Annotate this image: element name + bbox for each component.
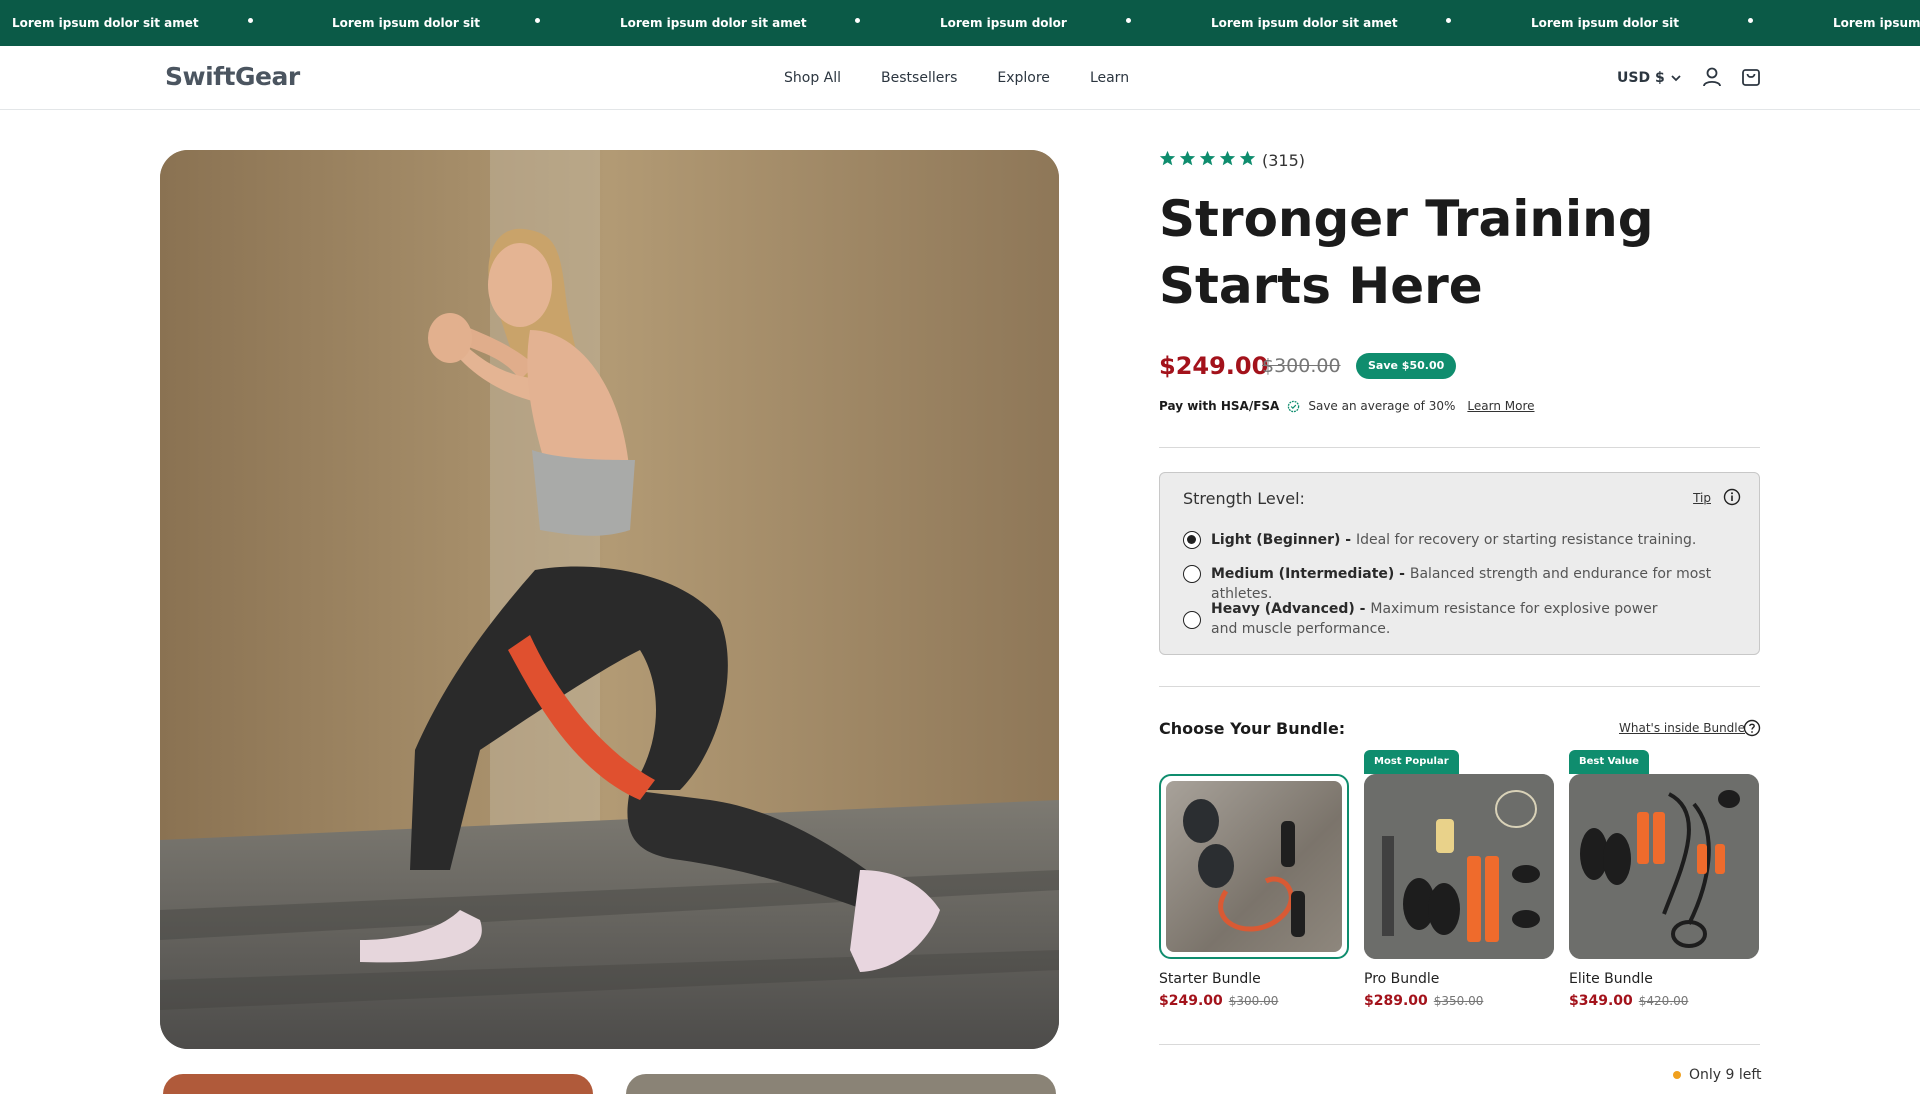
hsa-text: Save an average of 30%: [1308, 399, 1456, 413]
chevron-down-icon: [1671, 75, 1681, 82]
bundle-image: [1569, 774, 1759, 959]
separator-dot: [1126, 18, 1131, 23]
bundle-price: $289.00 $350.00: [1364, 993, 1554, 1009]
divider: [1159, 1044, 1760, 1045]
product-main-image[interactable]: [160, 150, 1059, 1049]
option-text: Heavy (Advanced) - Maximum resistance fo…: [1211, 599, 1663, 639]
nav-explore[interactable]: Explore: [997, 70, 1050, 86]
nav-bestsellers[interactable]: Bestsellers: [881, 70, 957, 86]
review-count[interactable]: (315): [1262, 151, 1305, 170]
stock-dot: [1673, 1071, 1681, 1079]
pro-bundle-illustration: [1364, 774, 1554, 959]
bundle-card-elite[interactable]: Best Value Elite Bundle $349.00 $420.00: [1569, 750, 1759, 1009]
separator-dot: [535, 18, 540, 23]
main-nav: Shop All Bestsellers Explore Learn: [784, 70, 1129, 86]
announcement-message: Lorem ipsum dolor sit: [1531, 16, 1679, 30]
starter-bundle-illustration: [1183, 799, 1305, 937]
bundle-compare-price: $420.00: [1638, 994, 1689, 1008]
star-icon: [1159, 150, 1176, 166]
tip-link[interactable]: Tip: [1693, 491, 1711, 505]
option-separator: -: [1394, 566, 1410, 582]
option-separator: -: [1354, 601, 1371, 617]
stock-text: Only 9 left: [1689, 1067, 1762, 1083]
radio-selected[interactable]: [1183, 531, 1201, 549]
announcement-message: Lorem ipsum d: [1833, 16, 1920, 30]
option-name: Medium (Intermediate): [1211, 566, 1395, 582]
bundle-image: [1364, 774, 1554, 959]
divider: [1159, 686, 1760, 687]
bundle-image: [1159, 774, 1349, 959]
rating-stars: [1159, 150, 1256, 167]
best-value-tag: Best Value: [1569, 750, 1649, 774]
bundle-name: Elite Bundle: [1569, 971, 1653, 987]
bundle-card-pro[interactable]: Most Popular Pro Bundle $289.00 $350.00: [1364, 750, 1554, 1009]
bundle-compare-price: $300.00: [1228, 994, 1279, 1008]
star-icon: [1219, 150, 1236, 166]
elite-bundle-illustration: [1569, 774, 1759, 959]
save-badge: Save $50.00: [1356, 353, 1457, 379]
announcement-message: Lorem ipsum dolor sit: [332, 16, 480, 30]
site-header: SwiftGear Shop All Bestsellers Explore L…: [0, 46, 1920, 110]
option-text: Medium (Intermediate) - Balanced strengt…: [1211, 564, 1759, 604]
learn-more-link[interactable]: Learn More: [1467, 399, 1534, 413]
nav-learn[interactable]: Learn: [1090, 70, 1129, 86]
currency-label: USD $: [1617, 70, 1665, 86]
option-separator: -: [1340, 532, 1356, 548]
option-name: Light (Beginner): [1211, 532, 1341, 548]
announcement-message: Lorem ipsum dolor: [940, 16, 1067, 30]
bundle-price: $249.00 $300.00: [1159, 993, 1349, 1009]
separator-dot: [248, 18, 253, 23]
info-icon[interactable]: [1723, 488, 1741, 506]
bundle-sale-price: $289.00: [1364, 993, 1428, 1009]
radio-unselected[interactable]: [1183, 610, 1201, 629]
announcement-message: Lorem ipsum dolor sit amet: [620, 16, 807, 30]
strength-level-selector: Strength Level: Tip Light (Beginner) - I…: [1159, 472, 1760, 655]
strength-option-light[interactable]: Light (Beginner) - Ideal for recovery or…: [1183, 530, 1696, 550]
compare-price: $300.00: [1262, 355, 1341, 377]
announcement-bar: Lorem ipsum dolor sit amet Lorem ipsum d…: [0, 0, 1920, 46]
bundle-heading: Choose Your Bundle:: [1159, 719, 1346, 738]
star-icon: [1179, 150, 1196, 166]
separator-dot: [1748, 18, 1753, 23]
brand-logo[interactable]: SwiftGear: [165, 62, 300, 91]
option-name: Heavy (Advanced): [1211, 601, 1355, 617]
strength-option-heavy[interactable]: Heavy (Advanced) - Maximum resistance fo…: [1183, 599, 1663, 639]
option-text: Light (Beginner) - Ideal for recovery or…: [1211, 530, 1696, 550]
option-description: Ideal for recovery or starting resistanc…: [1355, 532, 1697, 548]
hsa-label: Pay with HSA/FSA: [1159, 399, 1280, 413]
product-title: Stronger Training Starts Here: [1159, 190, 1654, 315]
athlete-photo-illustration: [160, 150, 1059, 1049]
star-icon: [1239, 150, 1256, 166]
bundle-sale-price: $349.00: [1569, 993, 1633, 1009]
hsa-info: Pay with HSA/FSA Save an average of 30% …: [1159, 399, 1535, 413]
strength-title: Strength Level:: [1183, 489, 1305, 508]
currency-selector[interactable]: USD $: [1617, 70, 1681, 86]
whats-inside-link[interactable]: What's inside Bundle: [1619, 721, 1745, 735]
divider: [1159, 447, 1760, 448]
nav-shop-all[interactable]: Shop All: [784, 70, 841, 86]
stock-indicator: Only 9 left: [1673, 1067, 1762, 1083]
account-icon[interactable]: [1701, 66, 1723, 88]
help-icon[interactable]: [1743, 719, 1761, 737]
separator-dot: [855, 18, 860, 23]
cart-icon[interactable]: [1740, 66, 1762, 88]
badge-check-icon: [1288, 400, 1300, 412]
bundle-card-starter[interactable]: Starter Bundle $249.00 $300.00: [1159, 774, 1349, 1009]
most-popular-tag: Most Popular: [1364, 750, 1459, 774]
announcement-message: Lorem ipsum dolor sit amet: [12, 16, 199, 30]
bundle-compare-price: $350.00: [1433, 994, 1484, 1008]
bundle-sale-price: $249.00: [1159, 993, 1223, 1009]
gallery-thumbnail[interactable]: [163, 1074, 593, 1094]
bundle-name: Pro Bundle: [1364, 971, 1440, 987]
sale-price: $249.00: [1159, 352, 1269, 380]
gallery-thumbnail[interactable]: [626, 1074, 1056, 1094]
bundle-name: Starter Bundle: [1159, 971, 1261, 987]
bundle-price: $349.00 $420.00: [1569, 993, 1759, 1009]
separator-dot: [1446, 18, 1451, 23]
radio-unselected[interactable]: [1183, 565, 1201, 583]
strength-option-medium[interactable]: Medium (Intermediate) - Balanced strengt…: [1183, 564, 1759, 604]
announcement-message: Lorem ipsum dolor sit amet: [1211, 16, 1398, 30]
star-icon: [1199, 150, 1216, 166]
